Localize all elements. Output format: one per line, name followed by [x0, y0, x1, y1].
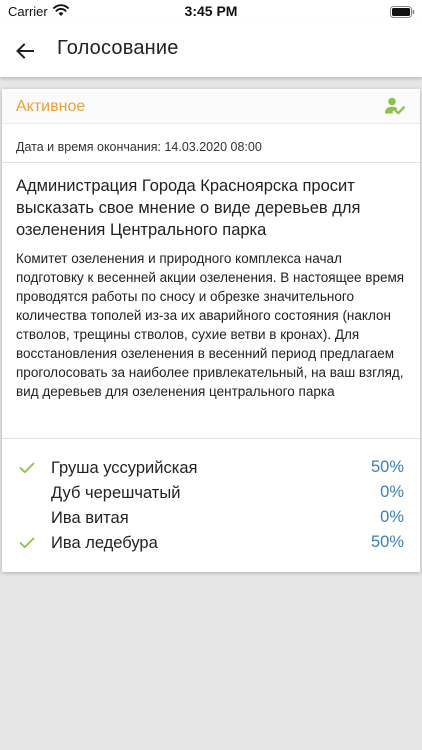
poll-option-percent: 0% — [380, 508, 404, 526]
poll-option-label: Дуб черешчатый — [51, 484, 181, 502]
poll-status-label: Активное — [16, 98, 86, 115]
back-button[interactable] — [12, 38, 38, 64]
page-title: Голосование — [57, 37, 179, 59]
divider — [2, 162, 420, 163]
battery-icon — [390, 6, 415, 18]
check-icon — [19, 462, 35, 474]
app-bar: Голосование — [0, 24, 422, 77]
poll-option[interactable]: Дуб черешчатый 0% — [2, 482, 420, 507]
status-bar: Carrier 3:45 PM — [0, 0, 422, 24]
poll-option-percent: 50% — [370, 458, 404, 476]
poll-option[interactable]: Груша уссурийская 50% — [2, 457, 420, 482]
clock: 3:45 PM — [184, 3, 238, 19]
poll-card-header: Активное — [2, 89, 420, 124]
check-icon — [19, 537, 35, 549]
divider — [2, 438, 420, 439]
arrow-left-icon — [16, 43, 34, 59]
poll-card: Активное Дата и время окончания: 14.03.2… — [2, 89, 420, 572]
poll-option[interactable]: Ива ледебура 50% — [2, 532, 420, 557]
user-check-icon — [385, 97, 405, 115]
poll-title: Администрация Города Красноярска просит … — [16, 177, 361, 239]
poll-option-label: Груша уссурийская — [51, 459, 198, 477]
poll-option-percent: 0% — [380, 483, 404, 501]
poll-option-percent: 50% — [370, 533, 404, 551]
poll-options-list: Груша уссурийская 50% Дуб черешчатый 0% … — [2, 457, 420, 557]
poll-option[interactable]: Ива витая 0% — [2, 507, 420, 532]
poll-option-label: Ива витая — [51, 509, 129, 527]
poll-option-label: Ива ледебура — [51, 534, 158, 552]
poll-description: Комитет озеленения и природного комплекс… — [16, 251, 405, 399]
poll-end-date: Дата и время окончания: 14.03.2020 08:00 — [16, 140, 262, 154]
